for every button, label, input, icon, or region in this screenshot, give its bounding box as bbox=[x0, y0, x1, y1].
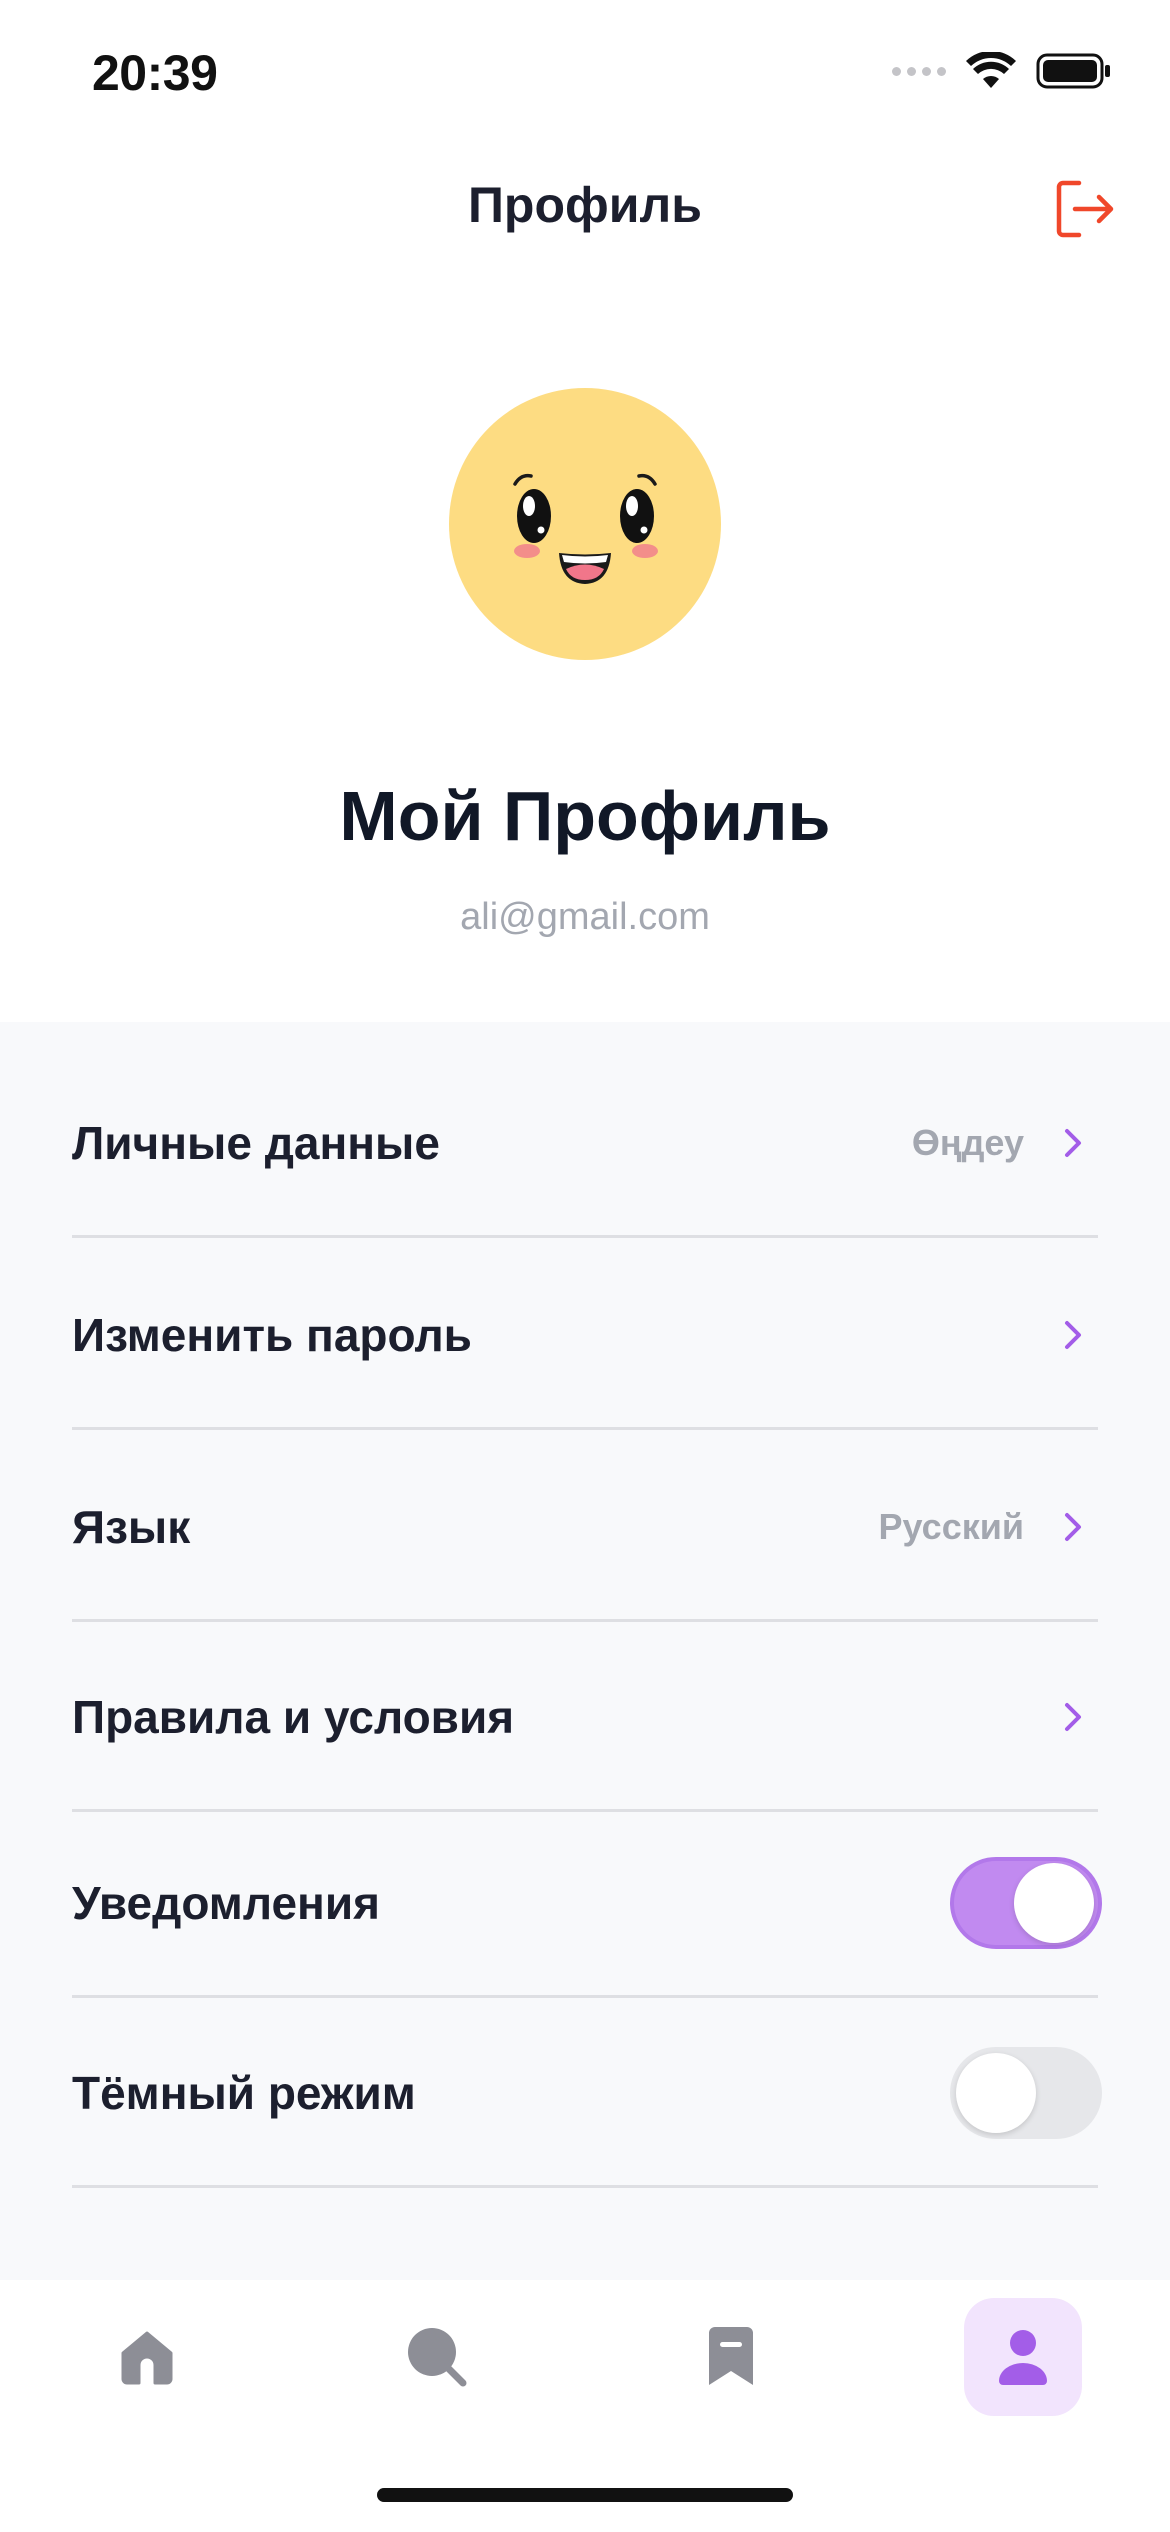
home-icon bbox=[121, 2331, 173, 2385]
wifi-icon bbox=[966, 52, 1016, 88]
profile-email: ali@gmail.com bbox=[460, 896, 710, 938]
profile-name: Мой Профиль bbox=[339, 777, 831, 855]
chevron-right-icon bbox=[1065, 1513, 1081, 1541]
smiley-avatar-icon bbox=[513, 473, 658, 584]
battery-icon bbox=[1036, 53, 1110, 89]
settings-row-personal-data[interactable]: Личные данные Өңдеу bbox=[72, 1048, 1098, 1238]
dark-mode-toggle[interactable] bbox=[950, 2047, 1102, 2139]
status-bar: 20:39 bbox=[0, 0, 1170, 150]
bookmark-icon bbox=[709, 2327, 753, 2385]
search-icon bbox=[408, 2328, 467, 2387]
chevron-right-icon bbox=[1065, 1129, 1081, 1157]
tab-home[interactable] bbox=[88, 2298, 206, 2416]
avatar[interactable] bbox=[449, 388, 721, 660]
settings-row-notifications: Уведомления bbox=[72, 1808, 1102, 1998]
terms-label: Правила и условия bbox=[72, 1691, 515, 1743]
dark-mode-label: Тёмный режим bbox=[72, 2067, 416, 2119]
settings-row-dark-mode: Тёмный режим bbox=[72, 1998, 1102, 2188]
change-password-label: Изменить пароль bbox=[72, 1309, 472, 1361]
cellular-signal-icon bbox=[892, 66, 946, 76]
personal-data-value: Өңдеу bbox=[911, 1122, 1024, 1163]
page-title: Профиль bbox=[467, 177, 702, 233]
status-icons bbox=[892, 52, 1112, 90]
personal-data-label: Личные данные bbox=[72, 1117, 440, 1169]
logout-icon bbox=[1056, 180, 1114, 238]
toggle-knob bbox=[1014, 1863, 1094, 1943]
toggle-knob bbox=[956, 2053, 1036, 2133]
profile-icon bbox=[999, 2330, 1047, 2385]
logout-button[interactable] bbox=[1050, 174, 1120, 244]
tab-search[interactable] bbox=[378, 2298, 496, 2416]
notifications-toggle[interactable] bbox=[950, 1857, 1102, 1949]
chevron-right-icon bbox=[1065, 1703, 1081, 1731]
home-indicator bbox=[377, 2488, 793, 2502]
language-label: Язык bbox=[72, 1501, 191, 1553]
settings-row-change-password[interactable]: Изменить пароль bbox=[72, 1240, 1098, 1430]
chevron-right-icon bbox=[1065, 1321, 1081, 1349]
settings-list: Личные данные Өңдеу Изменить пароль Язык… bbox=[0, 1022, 1170, 2280]
tab-bookmarks[interactable] bbox=[672, 2298, 790, 2416]
settings-row-language[interactable]: Язык Русский bbox=[72, 1432, 1098, 1622]
settings-row-terms[interactable]: Правила и условия bbox=[72, 1622, 1098, 1812]
tab-profile[interactable] bbox=[964, 2298, 1082, 2416]
notifications-label: Уведомления bbox=[72, 1877, 380, 1929]
header: Профиль bbox=[0, 150, 1170, 266]
status-time: 20:39 bbox=[92, 45, 218, 101]
language-value: Русский bbox=[878, 1506, 1024, 1547]
